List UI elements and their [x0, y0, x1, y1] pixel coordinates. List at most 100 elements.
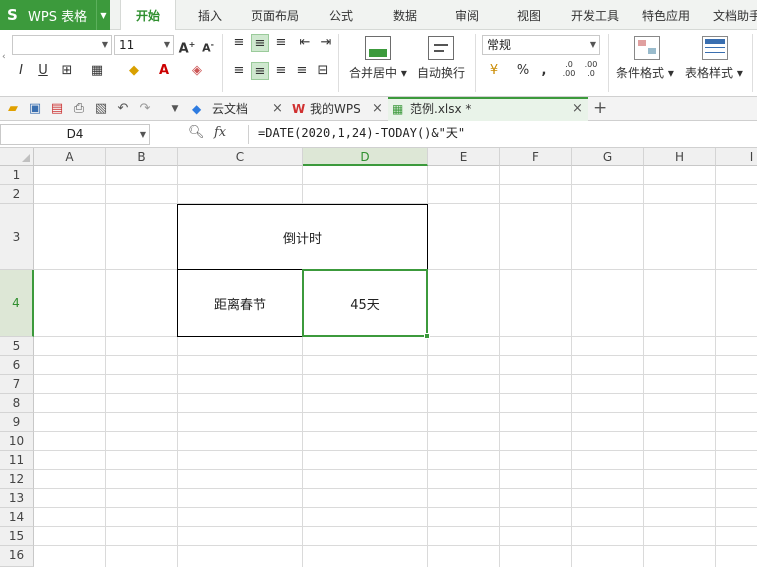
open-folder-icon[interactable]: ▰ — [4, 100, 22, 118]
row-header-13[interactable]: 13 — [0, 489, 34, 508]
decrease-font-size-icon[interactable]: A- — [199, 36, 217, 55]
cell-c4[interactable]: 距离春节 — [177, 269, 303, 337]
zoom-search-icon[interactable]: 🔍︎ — [188, 125, 205, 140]
name-box[interactable]: D4 ▼ — [0, 124, 150, 145]
row-header-1[interactable]: 1 — [0, 166, 34, 185]
italic-icon[interactable]: I — [12, 62, 30, 80]
align-right-icon[interactable]: ≡ — [272, 62, 290, 80]
row-header-2[interactable]: 2 — [0, 185, 34, 204]
increase-font-size-icon[interactable]: A+ — [178, 36, 196, 56]
close-tab-icon[interactable]: × — [572, 99, 583, 119]
row-header-8[interactable]: 8 — [0, 394, 34, 413]
conditional-format-button[interactable]: 条件格式 ▾ — [616, 64, 674, 81]
font-name-select[interactable]: ▼ — [12, 35, 112, 55]
formula-bar: D4 ▼ 🔍︎ fx =DATE(2020,1,24)-TODAY()&"天" — [0, 121, 757, 148]
decrease-indent-icon[interactable]: ⇤ — [296, 34, 314, 52]
menu-tab-page-layout[interactable]: 页面布局 — [244, 0, 306, 30]
column-header-c[interactable]: C — [178, 148, 303, 166]
percent-format-icon[interactable]: % — [514, 62, 532, 80]
close-tab-icon[interactable]: × — [272, 97, 283, 121]
decrease-decimal-icon[interactable]: .00 .0 — [580, 60, 602, 78]
print-preview-icon[interactable]: ▧ — [92, 100, 110, 118]
distributed-align-icon[interactable]: ⊟ — [314, 62, 332, 80]
font-color-icon[interactable]: A — [155, 62, 173, 80]
menu-tab-insert[interactable]: 插入 — [188, 0, 232, 30]
row-header-10[interactable]: 10 — [0, 432, 34, 451]
clear-format-icon[interactable]: ◈ — [188, 62, 206, 80]
comma-style-icon[interactable]: , — [535, 62, 553, 80]
row-header-4[interactable]: 4 — [0, 270, 34, 337]
menu-tab-formulas[interactable]: 公式 — [318, 0, 364, 30]
align-left-icon[interactable]: ≡ — [230, 62, 248, 80]
menu-tab-features[interactable]: 特色应用 — [636, 0, 696, 30]
justify-icon[interactable]: ≡ — [293, 62, 311, 80]
table-style-button[interactable]: 表格样式 ▾ — [685, 64, 743, 81]
column-header-g[interactable]: G — [572, 148, 644, 166]
align-middle-icon[interactable]: ≡ — [251, 34, 269, 52]
fill-handle[interactable] — [424, 333, 430, 339]
column-header-i[interactable]: I — [716, 148, 757, 166]
number-format-select[interactable]: 常规 ▼ — [482, 35, 600, 55]
menu-tab-doc-assistant[interactable]: 文档助手 — [706, 0, 757, 30]
merge-center-icon[interactable] — [365, 36, 391, 60]
row-header-16[interactable]: 16 — [0, 546, 34, 567]
wrap-text-icon[interactable] — [428, 36, 454, 60]
column-header-e[interactable]: E — [428, 148, 500, 166]
table-style-icon[interactable] — [702, 36, 728, 60]
increase-indent-icon[interactable]: ⇥ — [317, 34, 335, 52]
row-header-6[interactable]: 6 — [0, 356, 34, 375]
merge-center-button[interactable]: 合并居中 ▾ — [349, 64, 407, 81]
menu-tab-home[interactable]: 开始 — [120, 0, 176, 31]
undo-icon[interactable]: ↶ — [114, 100, 132, 118]
print-icon[interactable]: ⎙ — [70, 100, 88, 118]
spreadsheet-icon: ▦ — [392, 102, 404, 116]
redo-icon[interactable]: ↷ — [136, 100, 154, 118]
row-header-14[interactable]: 14 — [0, 508, 34, 527]
cell-style-icon[interactable]: ▦ — [88, 62, 106, 80]
select-all-corner[interactable] — [0, 148, 34, 166]
menu-tab-data[interactable]: 数据 — [382, 0, 428, 30]
row-header-15[interactable]: 15 — [0, 527, 34, 546]
column-header-h[interactable]: H — [644, 148, 716, 166]
row-header-7[interactable]: 7 — [0, 375, 34, 394]
borders-icon[interactable]: ⊞ — [58, 62, 76, 80]
increase-decimal-icon[interactable]: .0 .00 — [558, 60, 580, 78]
customize-toolbar-icon[interactable]: ▼ — [166, 100, 184, 118]
row-header-11[interactable]: 11 — [0, 451, 34, 470]
row-header-12[interactable]: 12 — [0, 470, 34, 489]
column-header-d[interactable]: D — [303, 148, 428, 166]
fill-color-icon[interactable]: ◆ — [125, 62, 143, 80]
menu-tab-view[interactable]: 视图 — [506, 0, 552, 30]
conditional-format-icon[interactable] — [634, 36, 660, 60]
ribbon-scroll-left-icon[interactable]: ‹ — [2, 52, 10, 62]
row-header-5[interactable]: 5 — [0, 337, 34, 356]
font-size-select[interactable]: 11 ▼ — [114, 35, 174, 55]
menu-tab-review[interactable]: 审阅 — [444, 0, 490, 30]
export-pdf-icon[interactable]: ▤ — [48, 100, 66, 118]
app-menu-button[interactable]: S WPS 表格 ▼ — [0, 0, 110, 30]
column-header-a[interactable]: A — [34, 148, 106, 166]
close-tab-icon[interactable]: × — [372, 97, 383, 121]
menu-tab-developer[interactable]: 开发工具 — [564, 0, 626, 30]
doc-tab-active[interactable]: ▦ 范例.xlsx * × — [388, 97, 588, 121]
align-top-icon[interactable]: ≡ — [230, 34, 248, 52]
doc-tab-my-wps[interactable]: W 我的WPS × — [290, 97, 386, 121]
wrap-text-button[interactable]: 自动换行 — [417, 64, 465, 81]
save-icon[interactable]: ▣ — [26, 100, 44, 118]
insert-function-icon[interactable]: fx — [214, 125, 226, 140]
doc-tab-cloud[interactable]: ◆ 云文档 × — [190, 97, 288, 121]
new-tab-icon[interactable]: + — [593, 97, 607, 121]
app-menu-dropdown-icon[interactable]: ▼ — [96, 0, 110, 30]
underline-icon[interactable]: U — [34, 62, 52, 80]
align-bottom-icon[interactable]: ≡ — [272, 34, 290, 52]
column-header-b[interactable]: B — [106, 148, 178, 166]
align-center-icon[interactable]: ≡ — [251, 62, 269, 80]
formula-input[interactable]: =DATE(2020,1,24)-TODAY()&"天" — [252, 124, 757, 145]
row-header-3[interactable]: 3 — [0, 204, 34, 270]
spreadsheet-grid[interactable]: A B C D E F G H I 1 2 3 4 5 6 7 8 9 10 1… — [0, 148, 757, 567]
cell-c3-merged[interactable]: 倒计时 — [177, 204, 428, 270]
column-header-f[interactable]: F — [500, 148, 572, 166]
currency-format-icon[interactable]: ¥ — [485, 62, 503, 80]
cell-d4-selected[interactable]: 45天 — [302, 269, 428, 337]
row-header-9[interactable]: 9 — [0, 413, 34, 432]
